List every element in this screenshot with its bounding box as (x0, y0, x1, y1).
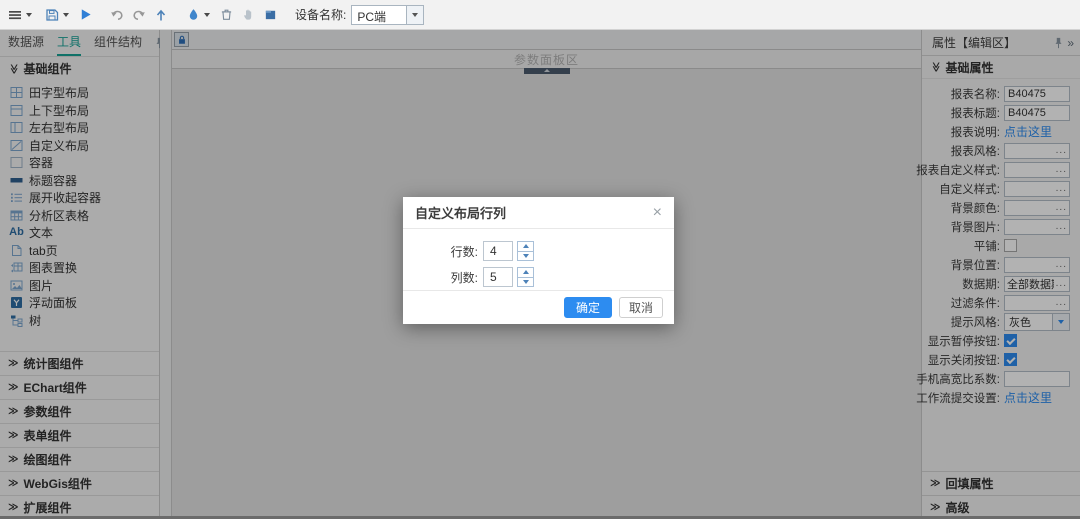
main-toolbar: 设备名称: PC端 (0, 0, 1080, 30)
save-caret-icon[interactable] (61, 4, 70, 26)
delete-icon (220, 8, 233, 21)
save-icon (45, 8, 59, 22)
redo-button[interactable] (130, 4, 148, 26)
paste-icon (264, 8, 277, 21)
pan-button[interactable] (239, 4, 257, 26)
format-paint-caret-icon[interactable] (202, 4, 211, 26)
cols-input[interactable] (483, 267, 513, 287)
cols-stepper-up-icon[interactable] (518, 268, 533, 278)
rows-stepper-down-icon[interactable] (518, 252, 533, 261)
dialog-body: 行数: 列数: (403, 229, 674, 287)
device-select-value: PC端 (351, 5, 406, 25)
cols-stepper (517, 267, 534, 287)
delete-button[interactable] (217, 4, 235, 26)
undo-icon (110, 8, 124, 22)
publish-icon (154, 8, 168, 22)
device-select-caret-icon[interactable] (406, 5, 424, 25)
dialog-title: 自定义布局行列 (415, 203, 506, 222)
save-button[interactable] (43, 4, 61, 26)
undo-button[interactable] (108, 4, 126, 26)
close-icon[interactable]: × (653, 205, 662, 221)
format-paint-icon (187, 8, 200, 21)
menu-button[interactable] (6, 4, 24, 26)
device-name-label: 设备名称: (295, 6, 346, 23)
cancel-button[interactable]: 取消 (619, 297, 663, 318)
run-icon (79, 8, 92, 21)
pan-icon (242, 8, 255, 21)
rows-input[interactable] (483, 241, 513, 261)
cols-label: 列数: (440, 269, 478, 286)
device-select[interactable]: PC端 (351, 5, 424, 25)
ok-button[interactable]: 确定 (564, 297, 612, 318)
rows-field-row: 行数: (440, 241, 674, 261)
rows-label: 行数: (440, 243, 478, 260)
cols-field-row: 列数: (440, 267, 674, 287)
dialog-footer: 确定 取消 (403, 290, 674, 324)
redo-icon (132, 8, 146, 22)
rows-stepper-up-icon[interactable] (518, 242, 533, 252)
menu-icon (8, 8, 22, 22)
cols-stepper-down-icon[interactable] (518, 278, 533, 287)
dialog-titlebar: 自定义布局行列 × (403, 197, 674, 229)
format-paint-button[interactable] (184, 4, 202, 26)
publish-button[interactable] (152, 4, 170, 26)
app-window: 设备名称: PC端 数据源 工具 组件结构 « ≫ 基础组件 (0, 0, 1080, 519)
run-button[interactable] (76, 4, 94, 26)
custom-layout-dialog: 自定义布局行列 × 行数: 列数: 确定 (403, 197, 674, 324)
paste-button[interactable] (261, 4, 279, 26)
menu-caret-icon[interactable] (24, 4, 33, 26)
rows-stepper (517, 241, 534, 261)
